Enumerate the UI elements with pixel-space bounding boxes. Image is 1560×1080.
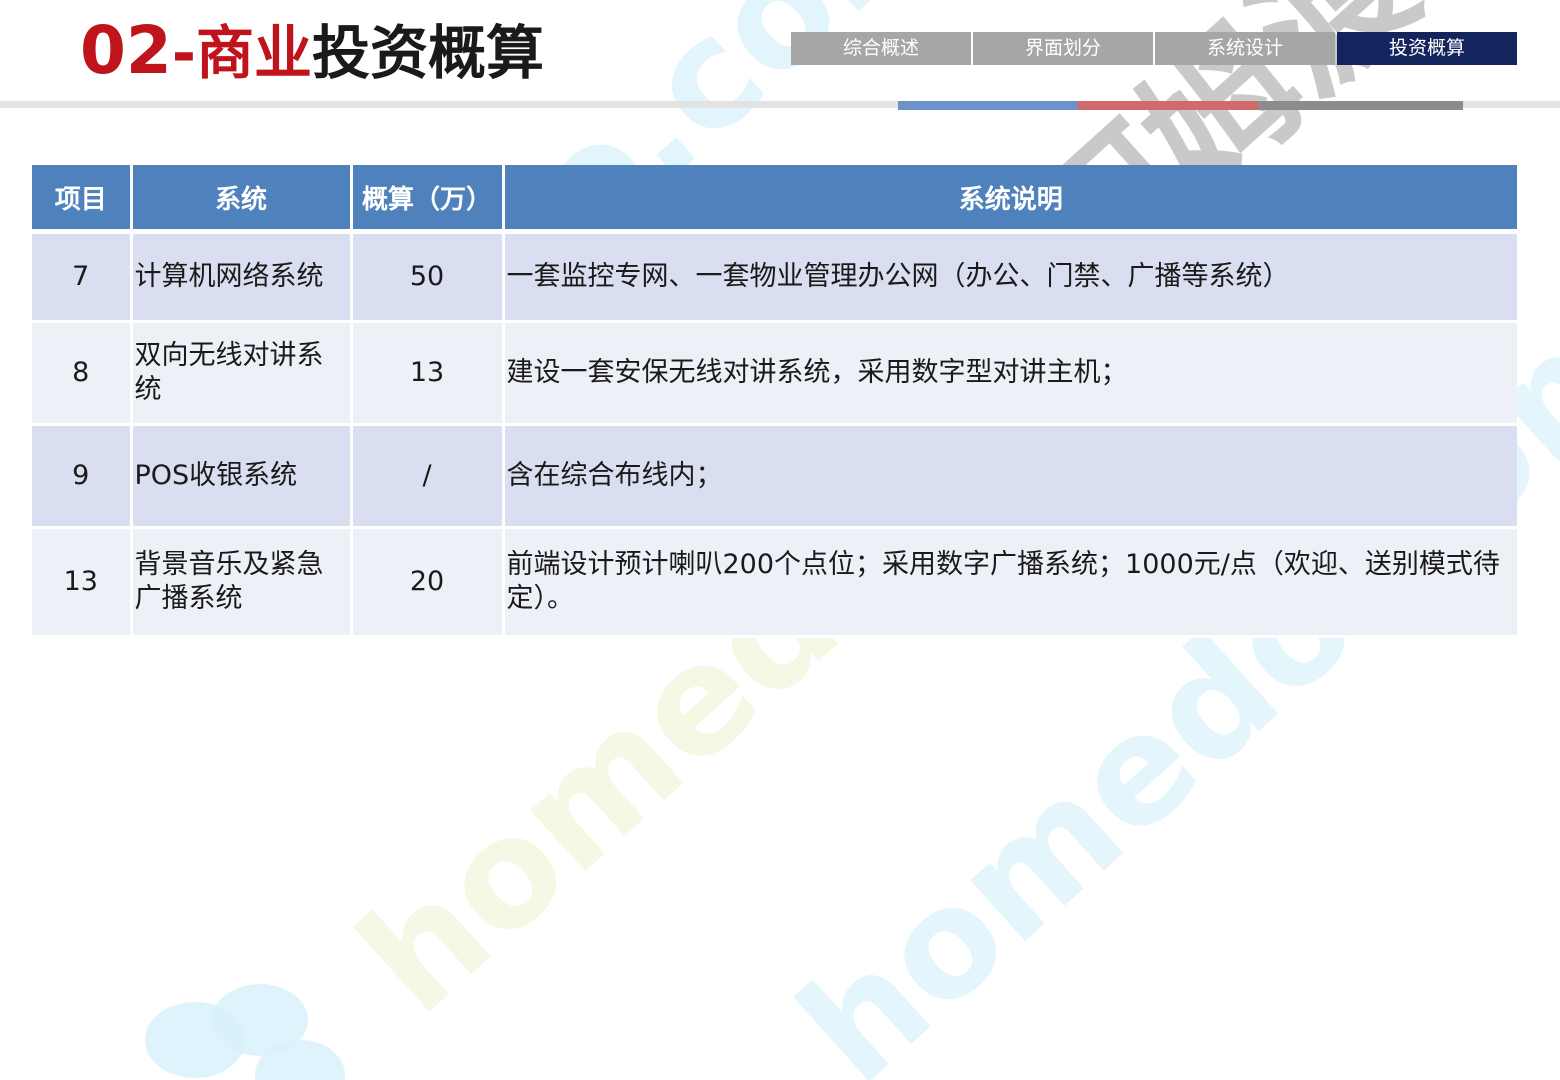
- cell-item: 7: [32, 231, 131, 323]
- cell-budget: 20: [349, 527, 503, 638]
- page-title: 02-商业投资概算: [80, 6, 544, 96]
- cell-budget: 50: [349, 231, 503, 323]
- tab-interface-division[interactable]: 界面划分: [973, 32, 1153, 65]
- cell-system: 双向无线对讲系统: [129, 321, 351, 426]
- title-black-part: 投资概算: [311, 19, 544, 87]
- cell-description: 前端设计预计喇叭200个点位；采用数字广播系统；1000元/点（欢迎、送别模式待…: [501, 527, 1517, 638]
- progress-segment-gray-end: [1438, 101, 1463, 110]
- budget-table: 项目 系统 概算（万） 系统说明 7 计算机网络系统 50 一套监控专网、一套物…: [32, 165, 1517, 638]
- progress-segment-blue: [898, 101, 1078, 110]
- header-item: 项目: [32, 165, 131, 234]
- cell-budget: /: [349, 424, 503, 529]
- cell-item: 8: [32, 321, 131, 426]
- cell-system: 计算机网络系统: [129, 231, 351, 323]
- table-row: 9 POS收银系统 / 含在综合布线内；: [32, 424, 1517, 529]
- cell-system: 背景音乐及紧急广播系统: [129, 527, 351, 638]
- cell-item: 9: [32, 424, 131, 529]
- budget-table-container: 项目 系统 概算（万） 系统说明 7 计算机网络系统 50 一套监控专网、一套物…: [32, 165, 1517, 638]
- cell-item: 13: [32, 527, 131, 638]
- title-separator: -: [171, 19, 196, 87]
- cell-description: 建设一套安保无线对讲系统，采用数字型对讲主机；: [501, 321, 1517, 426]
- cell-description: 含在综合布线内；: [501, 424, 1517, 529]
- title-number: 02: [80, 12, 172, 89]
- cell-description: 一套监控专网、一套物业管理办公网（办公、门禁、广播等系统）: [501, 231, 1517, 323]
- table-row: 7 计算机网络系统 50 一套监控专网、一套物业管理办公网（办公、门禁、广播等系…: [32, 231, 1517, 323]
- progress-segment-red: [1078, 101, 1258, 110]
- nav-tabs: 综合概述 界面划分 系统设计 投资概算: [791, 32, 1517, 65]
- table-header-row: 项目 系统 概算（万） 系统说明: [32, 165, 1517, 234]
- tab-investment-estimate[interactable]: 投资概算: [1337, 32, 1517, 65]
- tab-system-design[interactable]: 系统设计: [1155, 32, 1335, 65]
- header-budget: 概算（万）: [349, 165, 503, 234]
- table-row: 8 双向无线对讲系统 13 建设一套安保无线对讲系统，采用数字型对讲主机；: [32, 321, 1517, 426]
- header-description: 系统说明: [501, 165, 1517, 234]
- title-red-part: 商业: [195, 19, 312, 87]
- watermark-logo-icon: [145, 984, 345, 1080]
- cell-system: POS收银系统: [129, 424, 351, 529]
- progress-segment-gray: [1258, 101, 1438, 110]
- table-row: 13 背景音乐及紧急广播系统 20 前端设计预计喇叭200个点位；采用数字广播系…: [32, 527, 1517, 638]
- section-progress-bar: [898, 101, 1463, 110]
- cell-budget: 13: [349, 321, 503, 426]
- header-system: 系统: [129, 165, 351, 234]
- tab-overview[interactable]: 综合概述: [791, 32, 971, 65]
